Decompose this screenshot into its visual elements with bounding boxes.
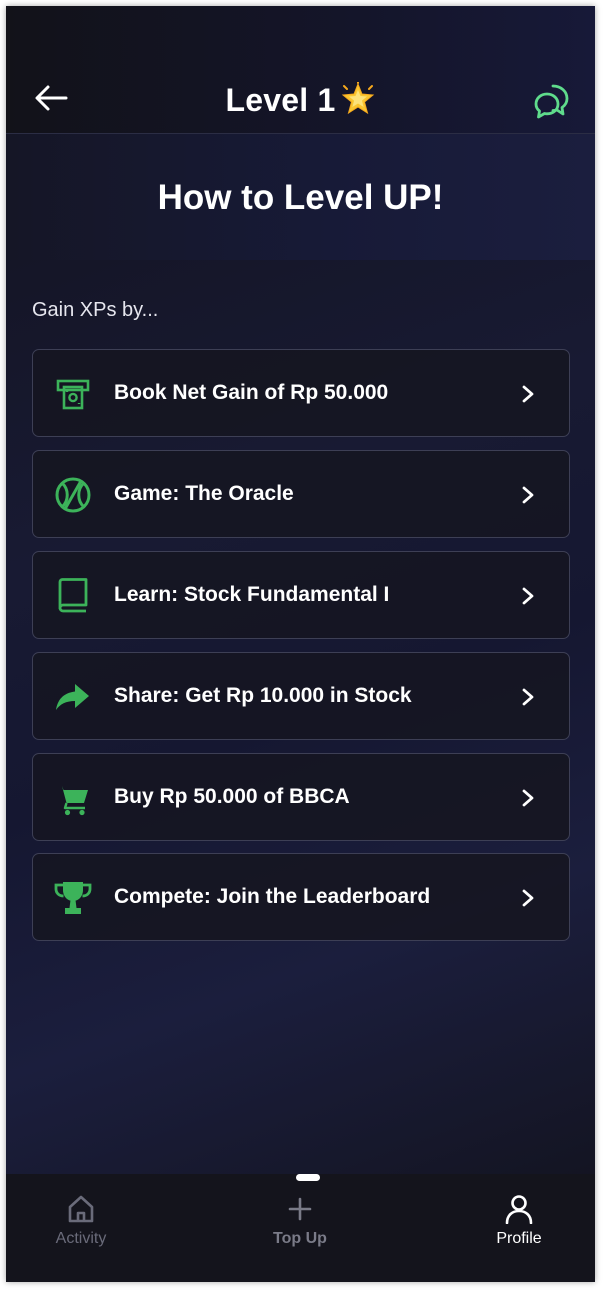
page-title-text: Level 1 <box>225 82 336 118</box>
banknote-icon <box>56 379 90 410</box>
task-item-buy-bbca[interactable]: Buy Rp 50.000 of BBCA <box>32 753 570 841</box>
chevron-right-icon <box>522 889 534 907</box>
plus-icon <box>288 1197 312 1221</box>
task-label: Compete: Join the Leaderboard <box>114 885 431 908</box>
top-bar: Level 1 <box>6 6 595 134</box>
task-item-compete-leaderboard[interactable]: Compete: Join the Leaderboard <box>32 853 570 941</box>
home-icon <box>68 1195 94 1223</box>
nav-profile[interactable]: Profile <box>459 1194 579 1264</box>
task-item-share-stock[interactable]: Share: Get Rp 10.000 in Stock <box>32 652 570 740</box>
tennis-ball-icon <box>55 477 91 513</box>
chat-bubbles-icon[interactable] <box>532 82 570 120</box>
chevron-right-icon <box>522 587 534 605</box>
share-arrow-icon <box>56 684 89 710</box>
task-item-game-oracle[interactable]: Game: The Oracle <box>32 450 570 538</box>
nav-top-up[interactable]: Top Up <box>240 1194 360 1264</box>
task-label: Learn: Stock Fundamental I <box>114 583 390 606</box>
chevron-right-icon <box>522 688 534 706</box>
hero-section: How to Level UP! <box>6 134 595 260</box>
task-label: Buy Rp 50.000 of BBCA <box>114 785 350 808</box>
task-item-book-net-gain[interactable]: Book Net Gain of Rp 50.000 <box>32 349 570 437</box>
task-label: Share: Get Rp 10.000 in Stock <box>114 684 412 707</box>
person-icon <box>505 1195 533 1224</box>
app-screen: Level 1 How to Level UP! Gain XPs by... … <box>6 6 595 1282</box>
chevron-right-icon <box>522 486 534 504</box>
section-label: Gain XPs by... <box>32 299 159 321</box>
shopping-cart-icon <box>56 786 88 816</box>
chevron-right-icon <box>522 385 534 403</box>
task-label: Game: The Oracle <box>114 482 294 505</box>
task-label: Book Net Gain of Rp 50.000 <box>114 381 389 404</box>
bottom-navigation: Activity Top Up Profile <box>6 1174 595 1282</box>
nav-label: Top Up <box>273 1230 327 1247</box>
task-item-learn-stock[interactable]: Learn: Stock Fundamental I <box>32 551 570 639</box>
book-icon <box>58 578 88 613</box>
trophy-icon <box>54 882 92 914</box>
hero-heading: How to Level UP! <box>157 178 444 217</box>
nav-label: Activity <box>55 1230 107 1247</box>
nav-activity[interactable]: Activity <box>21 1194 141 1264</box>
drag-handle[interactable] <box>296 1174 320 1181</box>
glowing-star-icon <box>342 82 375 115</box>
chevron-right-icon <box>522 789 534 807</box>
nav-label: Profile <box>496 1230 542 1247</box>
page-title: Level 1 <box>6 82 595 119</box>
